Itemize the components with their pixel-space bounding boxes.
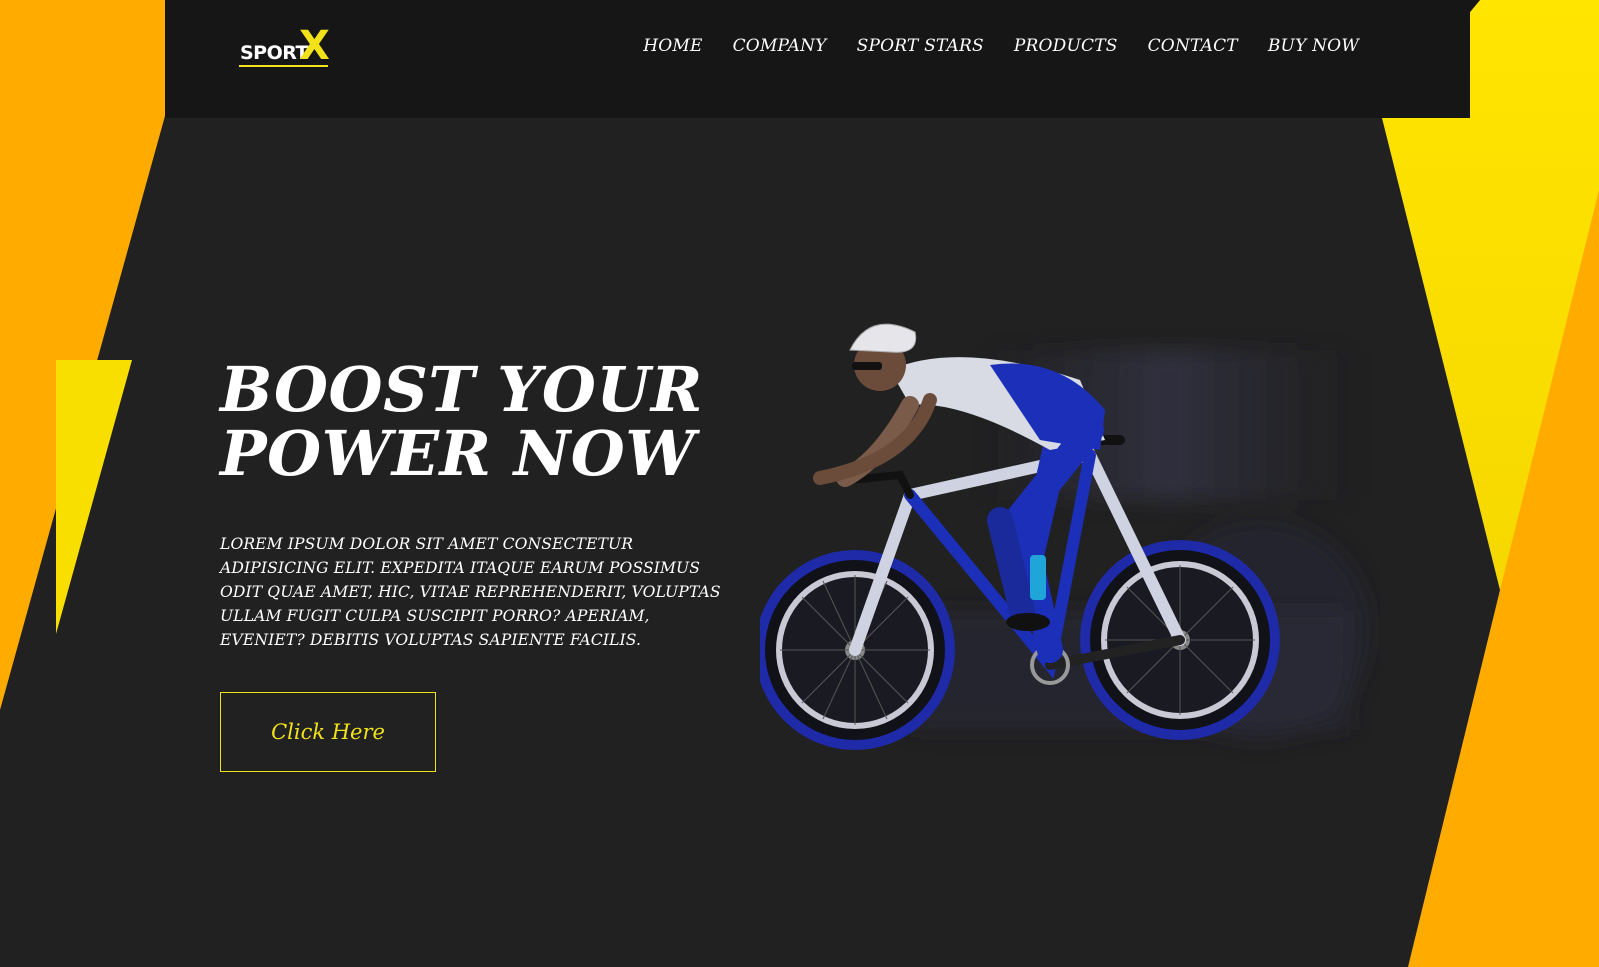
hero-title-line-1: BOOST YOUR — [220, 353, 703, 426]
hero-title: BOOST YOUR POWER NOW — [220, 358, 740, 486]
page: SPORT X HOME COMPANY SPORT STARS PRODUCT… — [0, 0, 1599, 967]
nav-products[interactable]: PRODUCTS — [1014, 36, 1118, 56]
logo-underline — [239, 65, 328, 67]
nav-home[interactable]: HOME — [643, 36, 702, 56]
click-here-button[interactable]: Click Here — [220, 692, 436, 772]
logo-word: SPORT — [240, 42, 309, 64]
main-nav: HOME COMPANY SPORT STARS PRODUCTS CONTAC… — [643, 36, 1359, 56]
logo[interactable]: SPORT X — [239, 26, 331, 70]
nav-contact[interactable]: CONTACT — [1148, 36, 1238, 56]
hero-title-line-2: POWER NOW — [220, 417, 696, 490]
cyclist-image — [760, 323, 1370, 750]
hero-description: LOREM IPSUM DOLOR SIT AMET CONSECTETUR A… — [220, 535, 721, 649]
logo-mark: X — [299, 23, 330, 69]
nav-buy-now[interactable]: BUY NOW — [1268, 36, 1359, 56]
nav-company[interactable]: COMPANY — [733, 36, 827, 56]
hero-content: BOOST YOUR POWER NOW LOREM IPSUM DOLOR S… — [220, 358, 740, 668]
nav-sport-stars[interactable]: SPORT STARS — [857, 36, 984, 56]
top-navbar: SPORT X HOME COMPANY SPORT STARS PRODUCT… — [0, 0, 1599, 118]
